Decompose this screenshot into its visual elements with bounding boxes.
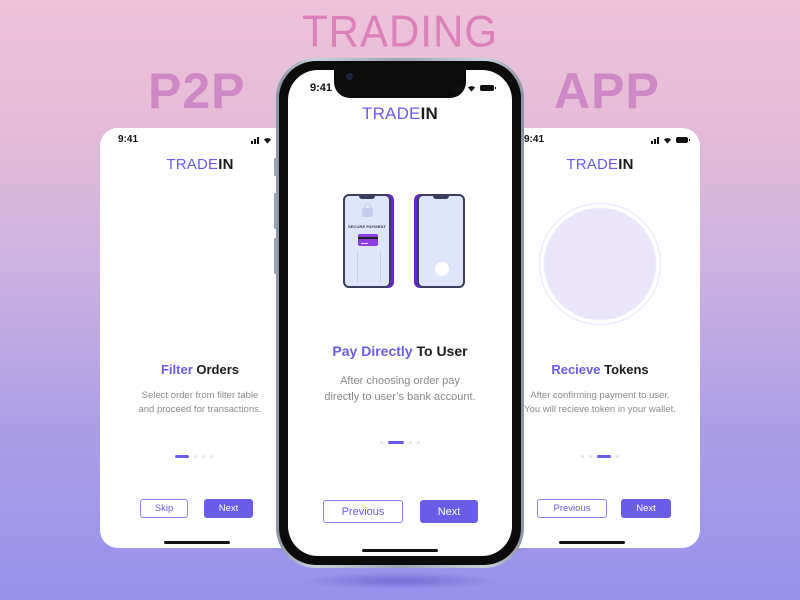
app-logo: TRADEIN xyxy=(566,156,634,173)
cellular-signal-icon xyxy=(452,83,463,92)
next-button[interactable]: Next xyxy=(420,500,478,523)
screen-description: Select order from filter table and proce… xyxy=(138,390,262,415)
status-bar: 9:41 xyxy=(288,82,512,96)
secure-payment-phone-illustration: SECURE PAYMENT xyxy=(343,194,391,288)
onboarding-screen-filter-orders: 9:41 TRADEIN Filter Orders Select order … xyxy=(100,128,300,548)
previous-button[interactable]: Previous xyxy=(323,500,403,523)
app-logo: TRADEIN xyxy=(166,156,234,173)
screen-title: Pay Directly To User xyxy=(332,343,468,359)
page-dot[interactable] xyxy=(417,441,420,444)
skip-button[interactable]: Skip xyxy=(140,499,188,518)
home-indicator[interactable] xyxy=(559,541,625,544)
wifi-icon xyxy=(467,86,476,92)
app-logo: TRADEIN xyxy=(361,104,439,123)
page-dot[interactable] xyxy=(581,455,584,458)
touch-button-icon xyxy=(435,262,449,276)
page-dot[interactable] xyxy=(202,455,205,458)
status-time: 9:41 xyxy=(118,134,139,145)
hero-title-trading: TRADING xyxy=(302,6,498,57)
circuit-lines xyxy=(357,252,381,282)
hero-title-app: APP xyxy=(554,63,660,119)
page-dot[interactable] xyxy=(210,455,213,458)
next-button[interactable]: Next xyxy=(204,499,253,518)
page-dot[interactable] xyxy=(589,455,592,458)
volume-down-button xyxy=(274,238,277,274)
wifi-icon xyxy=(263,138,272,144)
lock-icon xyxy=(362,203,373,217)
home-indicator[interactable] xyxy=(164,541,230,544)
credit-card-icon xyxy=(358,234,378,246)
mute-switch xyxy=(274,158,277,176)
screen-description: After confirming payment to user. You wi… xyxy=(524,390,676,415)
wifi-icon xyxy=(663,138,672,144)
cellular-signal-icon xyxy=(251,136,259,144)
page-dot-active[interactable] xyxy=(388,441,404,444)
secure-payment-label: SECURE PAYMENT xyxy=(347,224,387,229)
cellular-signal-icon xyxy=(651,136,659,144)
front-camera xyxy=(346,73,353,80)
screen-description: After choosing order pay directly to use… xyxy=(324,375,476,403)
page-indicator xyxy=(288,441,512,444)
page-dot-active[interactable] xyxy=(175,455,189,458)
previous-button[interactable]: Previous xyxy=(537,499,607,518)
page-dot[interactable] xyxy=(409,441,412,444)
volume-up-button xyxy=(274,193,277,229)
page-dot[interactable] xyxy=(616,455,619,458)
page-dot-active[interactable] xyxy=(597,455,611,458)
page-dot[interactable] xyxy=(380,441,383,444)
status-bar: 9:41 xyxy=(500,134,700,148)
status-time: 9:41 xyxy=(310,82,333,94)
status-bar: 9:41 xyxy=(100,134,300,148)
battery-icon xyxy=(676,137,690,143)
screen-title: Recieve Tokens xyxy=(551,362,649,377)
hero-title-p2p: P2P xyxy=(148,63,246,119)
receiver-phone-illustration xyxy=(417,194,465,288)
battery-icon xyxy=(480,85,496,91)
onboarding-screen-pay-directly: 9:41 TRADEIN SECURE PAYMENT Pay Directly… xyxy=(288,70,512,556)
page-indicator xyxy=(500,455,700,458)
token-illustration-circle xyxy=(544,208,656,320)
phone-mockup: 9:41 TRADEIN SECURE PAYMENT Pay Directly… xyxy=(274,58,524,568)
screen-title: Filter Orders xyxy=(160,362,240,377)
status-time: 9:41 xyxy=(524,134,545,145)
page-indicator xyxy=(100,455,300,458)
next-button[interactable]: Next xyxy=(621,499,671,518)
page-dot[interactable] xyxy=(194,455,197,458)
onboarding-screen-receive-tokens: 9:41 TRADEIN Recieve Tokens After confir… xyxy=(500,128,700,548)
phone-shadow xyxy=(300,572,500,590)
home-indicator[interactable] xyxy=(362,549,438,552)
